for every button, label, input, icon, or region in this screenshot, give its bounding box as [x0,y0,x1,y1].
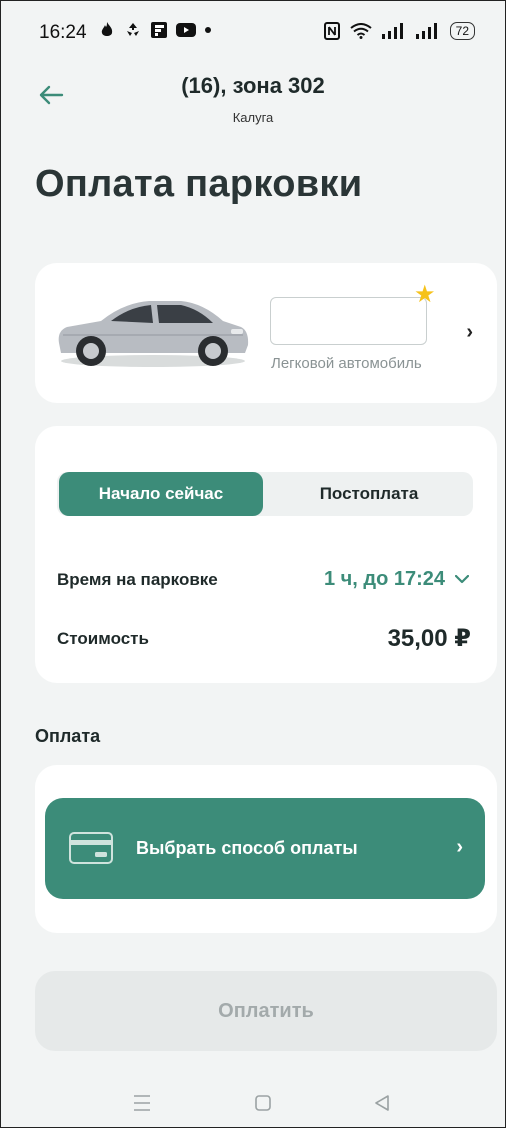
parking-time-card: Начало сейчас Постоплата Время на парков… [35,426,497,683]
dot-icon [205,27,211,33]
signal-icon [415,23,437,39]
license-plate-field[interactable] [270,297,427,345]
recycle-icon [127,23,139,36]
pay-button[interactable]: Оплатить [35,971,497,1051]
zone-title: (16), зона 302 [181,73,325,98]
payment-section-title: Оплата [35,726,101,746]
youtube-icon [176,23,196,37]
battery-indicator: 72 [449,22,475,40]
cost-value: 35,00 ₽ [387,625,471,652]
star-icon: ★ [414,281,436,308]
car-image [58,301,249,367]
vehicle-card[interactable]: ★ Легковой автомобиль › [35,263,497,403]
system-navigation-bar [1,1081,505,1127]
city-subtitle: Калуга [232,110,274,125]
cost-label: Стоимость [57,629,149,648]
tab-postpay[interactable]: Постоплата [265,472,473,516]
status-notification-icons [99,21,211,39]
menu-icon[interactable] [133,1093,151,1113]
app-screen: 16:24 72 (16), зона 302 Калуга Оплата па… [0,0,506,1128]
payment-mode-toggle: Начало сейчас Постоплата [57,472,473,516]
flipboard-icon [151,22,167,38]
chevron-right-icon[interactable]: › [466,321,473,344]
credit-card-icon [69,832,113,864]
home-icon[interactable] [254,1093,272,1113]
chevron-down-icon [455,575,469,584]
page-title: Оплата парковки [35,163,363,205]
duration-selector[interactable]: 1 ч, до 17:24 [324,568,469,591]
status-bar: 16:24 72 [1,1,505,63]
wifi-icon [350,23,372,39]
chevron-right-icon: › [456,836,463,858]
back-nav-icon[interactable] [373,1093,391,1113]
vehicle-type: Легковой автомобиль [271,355,422,372]
payment-method-label: Выбрать способ оплаты [136,838,358,858]
duration-value: 1 ч, до 17:24 [323,568,445,590]
tab-start-now[interactable]: Начало сейчас [59,472,263,516]
status-time: 16:24 [39,22,87,43]
duration-label: Время на парковке [57,570,218,589]
flame-icon [101,22,113,36]
nfc-icon [323,22,340,40]
status-system-icons: 72 [323,22,475,40]
choose-payment-method-button[interactable]: Выбрать способ оплаты › [45,798,485,899]
signal-icon [381,23,403,39]
payment-card: Выбрать способ оплаты › [35,765,497,933]
